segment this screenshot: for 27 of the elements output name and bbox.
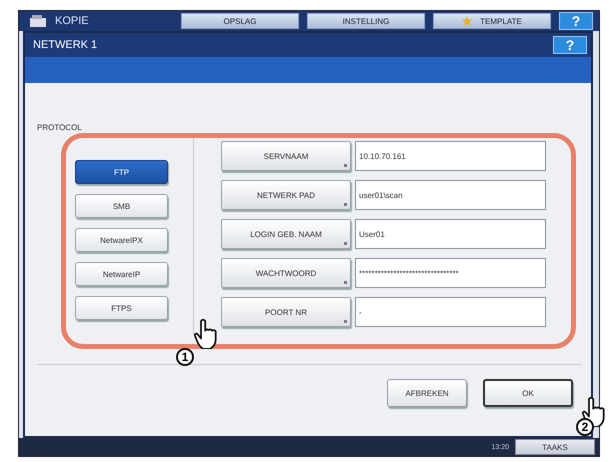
section-label: PROTOCOL (37, 123, 82, 132)
help-button[interactable]: ? (559, 12, 593, 30)
screen-title: KOPIE (55, 15, 89, 27)
input-field[interactable]: ******************************** (355, 258, 546, 288)
protocol-button[interactable]: FTPS (75, 296, 168, 320)
field-label-button[interactable]: WACHTWOORD (221, 258, 351, 288)
menu-tab[interactable]: INSTELLING (307, 13, 425, 29)
ok-button[interactable]: OK (483, 379, 573, 407)
help-button[interactable]: ? (553, 36, 587, 54)
input-field[interactable]: 10.10.70.161 (355, 141, 546, 171)
field-label-button[interactable]: SERVNAAM (221, 141, 351, 171)
copier-icon (29, 14, 47, 28)
cancel-button[interactable]: AFBREKEN (387, 379, 467, 407)
input-field[interactable]: User01 (355, 219, 546, 249)
job-status-button[interactable]: TAAKS (515, 439, 595, 455)
field-label-button[interactable]: NETWERK PAD (221, 180, 351, 210)
menu-tab[interactable]: TEMPLATE (433, 13, 551, 29)
input-field[interactable]: user01\scan (355, 180, 546, 210)
protocol-button[interactable]: SMB (75, 194, 168, 218)
protocol-button[interactable]: NetwareIP (75, 262, 168, 286)
input-field[interactable]: - (355, 297, 546, 327)
protocol-button[interactable]: NetwareIPX (75, 228, 168, 252)
protocol-button[interactable]: FTP (75, 160, 168, 184)
field-label-button[interactable]: LOGIN GEB. NAAM (221, 219, 351, 249)
field-label-button[interactable]: POORT NR (221, 297, 351, 327)
dialog-title: NETWERK 1 (33, 39, 98, 51)
menu-tab[interactable]: OPSLAG (181, 13, 299, 29)
